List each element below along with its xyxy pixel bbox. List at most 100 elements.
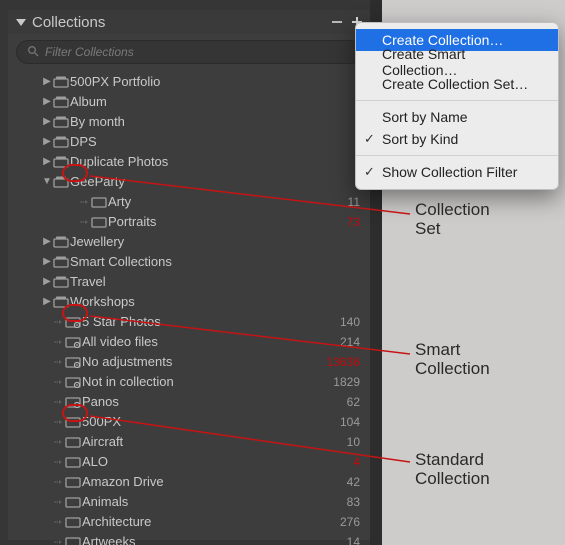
tree-row[interactable]: Arty11 [8,192,370,212]
tree-row-count: 276 [320,512,360,532]
dotted-arrow-icon [52,517,64,527]
collection-set-icon [52,256,70,268]
tree-row[interactable]: ▶ DPS [8,132,370,152]
tree-row[interactable]: ▶ Travel [8,272,370,292]
menu-separator [356,155,558,156]
tree-row-label: GeeParty [70,172,320,192]
filter-input-wrap[interactable] [16,40,362,64]
tree-row[interactable]: All video files214 [8,332,370,352]
dotted-arrow-icon [52,417,64,427]
smart-collection-icon [64,356,82,368]
tree-row-label: Amazon Drive [82,472,320,492]
tree-row[interactable]: ▶ Workshops [8,292,370,312]
collection-icon [90,196,108,208]
tree-row-label: ALO [82,452,320,472]
tree-row-label: 500PX Portfolio [70,72,320,92]
panel-disclosure-icon[interactable] [14,17,28,27]
tree-row-count: 104 [320,412,360,432]
chevron-right-icon[interactable]: ▶ [42,252,52,272]
tree-row-label: Workshops [70,292,320,312]
tree-row-count: 13636 [320,352,360,372]
tree-row-label: Travel [70,272,320,292]
menu-item-label: Create Collection Set… [382,76,528,92]
minimize-icon[interactable] [330,15,344,29]
tree-row-label: Duplicate Photos [70,152,320,172]
dotted-arrow-icon [52,457,64,467]
filter-bar [8,34,370,70]
filter-input[interactable] [45,45,351,59]
tree-row-label: Architecture [82,512,320,532]
tree-row[interactable]: Not in collection1829 [8,372,370,392]
tree-row-count: 42 [320,472,360,492]
tree-row[interactable]: ▶ Album [8,92,370,112]
tree-row[interactable]: ▶ 500PX Portfolio [8,72,370,92]
collection-set-icon [52,296,70,308]
collections-panel: Collections ▶ 500PX Portfolio ▶ Album▶By mo… [8,10,370,540]
menu-item[interactable]: Create Collection Set… [356,73,558,95]
panel-header: Collections [8,10,370,34]
tree-row[interactable]: 500PX104 [8,412,370,432]
context-menu: Create Collection…Create Smart Collectio… [355,22,559,190]
collection-set-icon [52,176,70,188]
tree-row-count: 62 [320,392,360,412]
collection-icon [64,516,82,528]
smart-collection-icon [64,376,82,388]
chevron-right-icon[interactable]: ▶ [42,72,52,92]
tree-row[interactable]: Panos62 [8,392,370,412]
tree-row[interactable]: Portraits73 [8,212,370,232]
dotted-arrow-icon [52,477,64,487]
chevron-right-icon[interactable]: ▶ [42,132,52,152]
tree-row[interactable]: 5 Star Photos140 [8,312,370,332]
dotted-arrow-icon [52,397,64,407]
dotted-arrow-icon [52,337,64,347]
tree-row-count: 214 [320,332,360,352]
collection-set-icon [52,116,70,128]
check-icon: ✓ [364,164,375,180]
tree-row[interactable]: Animals83 [8,492,370,512]
tree-row-label: Album [70,92,320,112]
collection-icon [64,536,82,545]
tree-row[interactable]: ALO4 [8,452,370,472]
dotted-arrow-icon [78,197,90,207]
chevron-down-icon[interactable]: ▼ [42,172,52,192]
tree-row[interactable]: ▶Smart Collections [8,252,370,272]
dotted-arrow-icon [52,317,64,327]
collection-icon [64,436,82,448]
menu-item[interactable]: ✓Sort by Kind [356,128,558,150]
menu-item[interactable]: ✓Show Collection Filter [356,161,558,183]
tree-row-count: 140 [320,312,360,332]
tree-row-label: Arty [108,192,320,212]
chevron-right-icon[interactable]: ▶ [42,272,52,292]
tree-row[interactable]: ▶ Duplicate Photos [8,152,370,172]
tree-row-label: No adjustments [82,352,320,372]
chevron-right-icon[interactable]: ▶ [42,152,52,172]
tree-row-count: 10 [320,432,360,452]
collection-set-icon [52,76,70,88]
menu-item[interactable]: Create Smart Collection… [356,51,558,73]
tree-row[interactable]: ▼ GeeParty [8,172,370,192]
tree-row[interactable]: Aircraft10 [8,432,370,452]
tree-row-label: 5 Star Photos [82,312,320,332]
collection-icon [64,416,82,428]
tree-row[interactable]: Architecture276 [8,512,370,532]
tree-row-label: Panos [82,392,320,412]
dotted-arrow-icon [52,357,64,367]
tree-row-label: 500PX [82,412,320,432]
collection-set-icon [52,96,70,108]
tree-row[interactable]: ▶By month [8,112,370,132]
tree-row-label: DPS [70,132,320,152]
menu-item[interactable]: Sort by Name [356,106,558,128]
chevron-right-icon[interactable]: ▶ [42,292,52,312]
collection-icon [64,496,82,508]
chevron-right-icon[interactable]: ▶ [42,232,52,252]
tree-row[interactable]: ▶Jewellery [8,232,370,252]
chevron-right-icon[interactable]: ▶ [42,112,52,132]
tree-row[interactable]: Amazon Drive42 [8,472,370,492]
tree-row-count: 4 [320,452,360,472]
tree-row[interactable]: Artweeks14 [8,532,370,545]
tree-row[interactable]: No adjustments13636 [8,352,370,372]
search-icon [27,45,39,60]
tree-row-label: Portraits [108,212,320,232]
chevron-right-icon[interactable]: ▶ [42,92,52,112]
tree-row-count: 83 [320,492,360,512]
